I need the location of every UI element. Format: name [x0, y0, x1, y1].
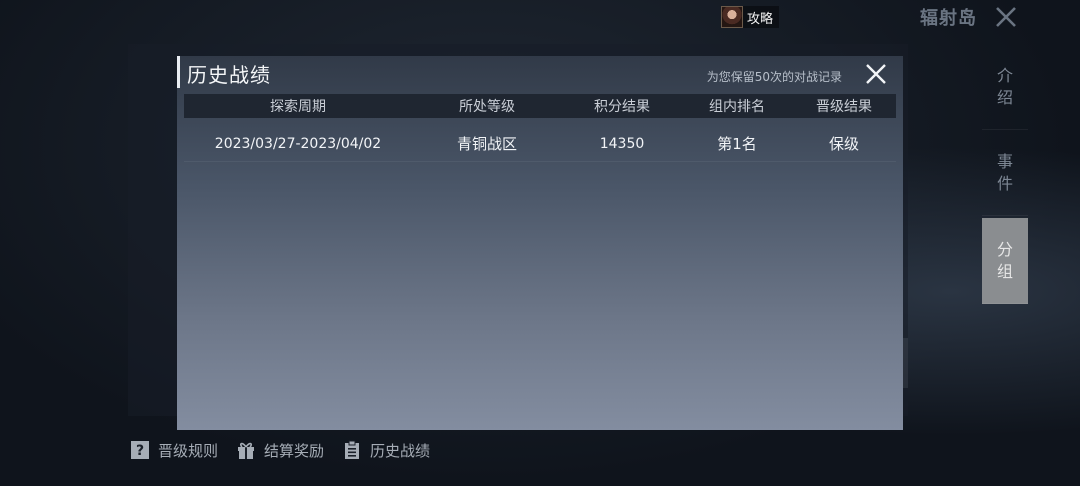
history-dialog: 历史战绩 为您保留50次的对战记录 探索周期 所处等级 积分结果 组内排名 晋级…: [177, 56, 903, 430]
history-label: 历史战绩: [370, 441, 431, 460]
cell-period: 2023/03/27-2023/04/02: [214, 135, 382, 152]
rewards-button[interactable]: 结算奖励: [236, 440, 324, 461]
cell-rank: 第1名: [717, 135, 757, 153]
record-limit-note: 为您保留50次的对战记录: [706, 70, 842, 84]
tab-groups[interactable]: 分 组: [982, 218, 1028, 304]
column-header-score: 积分结果: [594, 99, 650, 115]
guide-button[interactable]: 攻略: [721, 6, 780, 28]
column-header-tier: 所处等级: [459, 99, 515, 115]
region-title: 辐射岛: [920, 8, 977, 29]
column-header-result: 晋级结果: [816, 99, 872, 115]
close-icon: [866, 64, 886, 84]
side-tabs: 介 绍 事 件 分 组: [982, 44, 1028, 304]
bottom-bar: ? 晋级规则 结算奖励 历史战绩: [130, 436, 430, 464]
clipboard-icon: [342, 440, 362, 460]
tab-label: 组: [996, 261, 1013, 281]
title-accent-bar: [177, 56, 180, 88]
table-row: 2023/03/27-2023/04/02 青铜战区 14350 第1名 保级: [184, 126, 896, 162]
rules-label: 晋级规则: [158, 441, 219, 460]
table-header: 探索周期 所处等级 积分结果 组内排名 晋级结果: [184, 94, 896, 118]
column-header-period: 探索周期: [270, 99, 326, 115]
dialog-title: 历史战绩: [187, 63, 271, 87]
history-button[interactable]: 历史战绩: [342, 440, 430, 461]
tab-label: 分: [996, 239, 1013, 259]
tab-label: 绍: [996, 87, 1013, 107]
svg-text:?: ?: [136, 443, 144, 459]
column-header-rank: 组内排名: [709, 99, 765, 115]
avatar: [721, 6, 743, 28]
tab-events[interactable]: 事 件: [982, 130, 1028, 216]
cell-result: 保级: [828, 135, 859, 153]
cell-tier: 青铜战区: [456, 135, 517, 153]
gift-icon: [236, 440, 256, 460]
guide-label: 攻略: [747, 11, 774, 27]
dialog-close-button[interactable]: [864, 62, 888, 86]
question-icon: ?: [130, 440, 150, 460]
close-icon[interactable]: [994, 5, 1018, 29]
tab-label: 件: [996, 173, 1013, 193]
rewards-label: 结算奖励: [264, 441, 325, 460]
rules-button[interactable]: ? 晋级规则: [130, 440, 218, 461]
tab-label: 介: [996, 65, 1013, 85]
cell-score: 14350: [599, 135, 645, 152]
tab-intro[interactable]: 介 绍: [982, 44, 1028, 130]
tab-label: 事: [996, 151, 1013, 171]
